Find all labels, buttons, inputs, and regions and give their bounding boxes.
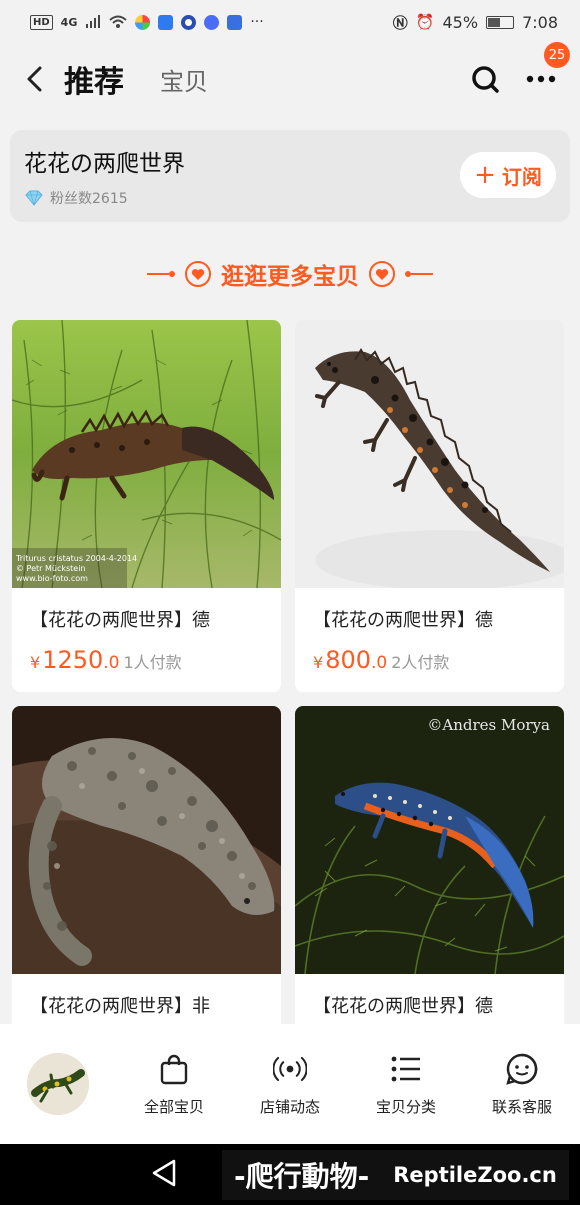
broadcast-icon	[273, 1052, 307, 1086]
system-nav-bar: -爬行動物- ReptileZoo.cn	[0, 1144, 580, 1205]
price-integer: 1250	[42, 646, 104, 674]
nfc-icon: Ⓝ	[392, 13, 408, 32]
signal-icon	[86, 15, 101, 28]
price-symbol: ¥	[30, 653, 41, 672]
product-name[interactable]: 【花花の两爬世界】德	[295, 974, 564, 1018]
app-notification-icon	[135, 14, 151, 30]
service-icon	[505, 1052, 539, 1086]
deco-line-right	[405, 271, 433, 277]
clock: 7:08	[522, 12, 558, 32]
product-name[interactable]: 【花花の两爬世界】德	[12, 588, 281, 632]
subscribe-button[interactable]: + 订阅	[460, 152, 556, 198]
circle-app-icon	[181, 14, 197, 30]
product-card[interactable]: 【花花の两爬世界】非	[12, 706, 281, 1036]
page-header: 推荐 宝贝 25	[0, 42, 580, 114]
brand-english: ReptileZoo.cn	[393, 1163, 557, 1187]
avatar	[27, 1053, 89, 1115]
nav-label: 联系客服	[491, 1097, 552, 1116]
image-watermark: Triturus cristatus 2004-4-2014 © Petr Mü…	[16, 554, 138, 583]
nav-customer-service[interactable]: 联系客服	[464, 1052, 580, 1117]
subscribe-label: 订阅	[501, 164, 542, 189]
more-notifications-icon: ···	[250, 14, 264, 30]
notification-badge: 25	[544, 42, 570, 68]
product-image-gecko[interactable]	[12, 706, 281, 974]
paw-app-icon	[227, 14, 243, 30]
nav-categories[interactable]: 宝贝分类	[348, 1052, 464, 1117]
shop-card[interactable]: 花花の两爬世界 粉丝数2615 + 订阅	[10, 130, 570, 222]
status-left: HD 4G ···	[30, 14, 264, 30]
back-button[interactable]	[12, 56, 58, 102]
product-card[interactable]: ©Andres Morya 【花花の两爬世界】德	[295, 706, 564, 1036]
section-title: 逛逛更多宝贝	[0, 252, 580, 296]
nav-shop-updates[interactable]: 店铺动态	[232, 1052, 348, 1117]
fans-count: 粉丝数2615	[50, 191, 128, 207]
product-name[interactable]: 【花花の两爬世界】德	[295, 588, 564, 632]
wifi-icon	[109, 15, 128, 28]
more-button[interactable]: 25	[524, 42, 570, 96]
tab-items[interactable]: 宝贝	[160, 62, 208, 97]
triangle-back-icon	[152, 1159, 176, 1186]
product-image-alpine-newt[interactable]: ©Andres Morya	[295, 706, 564, 974]
chevron-left-icon	[27, 66, 42, 92]
nav-label: 全部宝贝	[143, 1097, 204, 1116]
brand-chinese: -爬行動物-	[234, 1160, 370, 1193]
price-symbol: ¥	[313, 653, 324, 672]
bag-icon	[157, 1052, 191, 1086]
paid-count: 2人付款	[391, 653, 450, 672]
plus-icon: +	[474, 160, 496, 190]
price-decimal: .0	[371, 653, 388, 673]
product-image-crested-newt[interactable]: Triturus cristatus 2004-4-2014 © Petr Mü…	[12, 320, 281, 588]
system-back-button[interactable]	[150, 1158, 190, 1192]
bottom-nav: 全部宝贝 店铺动态 宝贝分类 联系客服	[0, 1024, 580, 1144]
price-integer: 800	[325, 646, 371, 674]
product-name[interactable]: 【花花の两爬世界】非	[12, 974, 281, 1018]
search-button[interactable]	[468, 62, 502, 96]
product-card[interactable]: 【花花の两爬世界】德 ¥ 800 .0 2人付款	[295, 320, 564, 692]
brand-watermark: -爬行動物- ReptileZoo.cn	[222, 1150, 569, 1200]
deco-line-left	[147, 271, 175, 277]
battery-percent: 45%	[442, 12, 479, 32]
search-icon	[472, 66, 499, 93]
signal-label: 4G	[60, 15, 78, 29]
product-price: ¥ 1250 .0 1人付款	[12, 632, 281, 674]
section-title-text: 逛逛更多宝贝	[221, 264, 359, 290]
image-watermark: ©Andres Morya	[427, 716, 550, 734]
status-bar: HD 4G ··· Ⓝ ⏰ 45% 7:08	[0, 0, 580, 44]
radio-app-icon	[158, 14, 174, 30]
diamond-icon	[25, 190, 43, 206]
list-icon	[389, 1052, 423, 1086]
more-dots-icon	[526, 75, 556, 83]
shop-name: 花花の两爬世界	[24, 151, 185, 177]
product-card[interactable]: Triturus cristatus 2004-4-2014 © Petr Mü…	[12, 320, 281, 692]
heart-icon	[185, 261, 211, 287]
music-app-icon	[204, 14, 220, 30]
hd-indicator: HD	[30, 14, 53, 30]
paid-count: 1人付款	[123, 653, 182, 672]
product-image-smooth-newt[interactable]	[295, 320, 564, 588]
nav-label: 店铺动态	[259, 1097, 320, 1116]
status-right: Ⓝ ⏰ 45% 7:08	[393, 12, 558, 33]
price-decimal: .0	[103, 653, 120, 673]
alarm-icon: ⏰	[415, 13, 435, 31]
heart-icon	[369, 261, 395, 287]
shop-fans: 粉丝数2615	[24, 188, 128, 208]
page-title[interactable]: 推荐	[64, 57, 124, 101]
nav-label: 宝贝分类	[375, 1097, 436, 1116]
shop-avatar-button[interactable]	[0, 1053, 116, 1115]
header-actions: 25	[468, 42, 570, 96]
product-price: ¥ 800 .0 2人付款	[295, 632, 564, 674]
nav-all-items[interactable]: 全部宝贝	[116, 1052, 232, 1117]
battery-icon	[486, 15, 515, 29]
